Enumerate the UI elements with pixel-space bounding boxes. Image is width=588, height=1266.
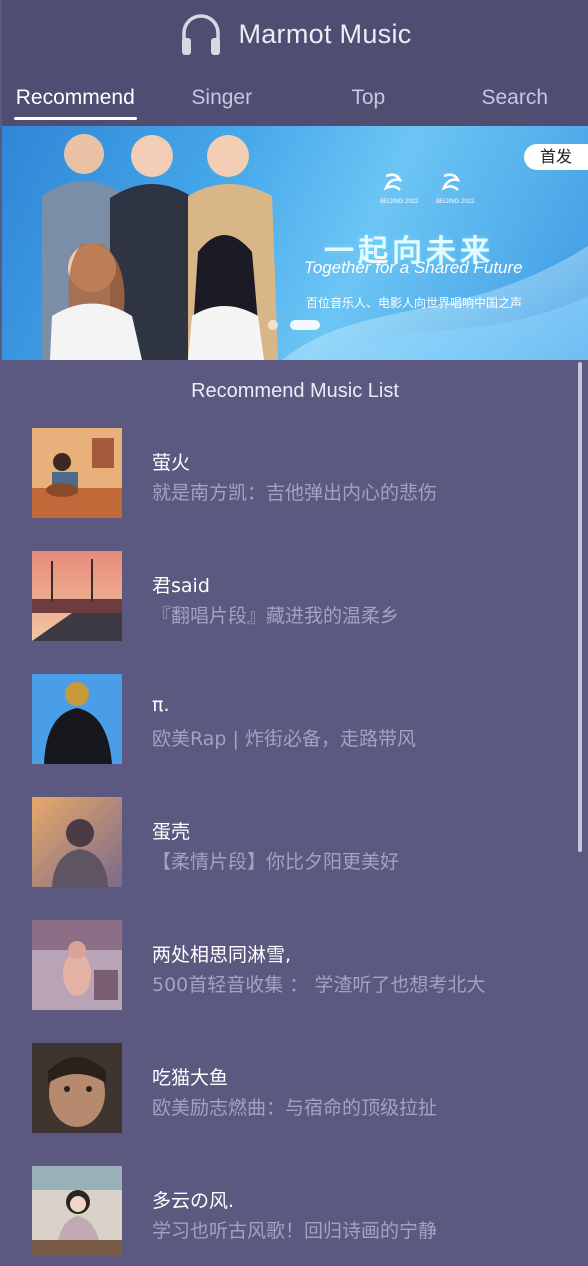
banner-subtitle: 百位音乐人、电影人向世界唱响中国之声 — [306, 296, 523, 310]
beijing-2022-logo-icon: BEIJING 2022 BEIJING 2022 — [380, 173, 475, 205]
list-item[interactable]: 两处相思同淋雪, 500首轻音收集 ： 学渣听了也想考北大 — [32, 920, 562, 1043]
tab-bar: Recommend Singer Top Search — [2, 78, 588, 124]
playlist-title: 两处相思同淋雪, — [152, 944, 292, 966]
banner-headline-en: Together for a Shared Future — [304, 258, 523, 277]
playlist-desc: 【柔情片段】你比夕阳更美好 — [152, 851, 400, 873]
artist-group-image — [42, 134, 278, 360]
playlist-cover[interactable] — [32, 674, 122, 764]
playlist-cover[interactable] — [32, 1166, 122, 1256]
list-item[interactable]: 吃猫大鱼 欧美励志燃曲：与宿命的顶级拉扯 — [32, 1043, 562, 1166]
tab-search[interactable]: Search — [442, 78, 588, 124]
list-item[interactable]: 君said 『翻唱片段』藏进我的温柔乡 — [32, 551, 562, 674]
list-item[interactable]: 多云の风. 学习也听古风歌！回归诗画的宁静 — [32, 1166, 562, 1266]
premiere-badge: 首发 — [524, 144, 588, 170]
playlist-desc: 就是南方凯：吉他弹出内心的悲伤 — [152, 482, 438, 504]
playlist-title: π. — [152, 694, 170, 716]
tab-singer[interactable]: Singer — [149, 78, 296, 124]
playlist-title: 萤火 — [152, 452, 191, 474]
app-title: Marmot Music — [238, 18, 412, 49]
playlist-cover[interactable] — [32, 428, 122, 518]
playlist-title: 君said — [152, 575, 210, 597]
banner-carousel[interactable]: 首发 一起向未来 Together for a Shared Future 百位… — [2, 126, 588, 360]
playlist-desc: 欧美Rap | 炸街必备，走路带风 — [152, 728, 416, 750]
app-root: Marmot Music Recommend Singer Top Search — [2, 0, 588, 1266]
tab-top[interactable]: Top — [295, 78, 442, 124]
playlist-desc: 欧美励志燃曲：与宿命的顶级拉扯 — [152, 1097, 438, 1119]
list-item[interactable]: π. 欧美Rap | 炸街必备，走路带风 — [32, 674, 562, 797]
playlist-desc: 『翻唱片段』藏进我的温柔乡 — [152, 605, 400, 627]
tab-recommend[interactable]: Recommend — [2, 78, 149, 124]
carousel-dot-active[interactable] — [290, 320, 320, 330]
scrollbar[interactable] — [578, 362, 582, 852]
list-item[interactable]: 蛋壳 【柔情片段】你比夕阳更美好 — [32, 797, 562, 920]
playlist-cover[interactable] — [32, 920, 122, 1010]
carousel-indicator[interactable] — [268, 320, 332, 330]
playlist-desc: 500首轻音收集 ： 学渣听了也想考北大 — [152, 974, 486, 996]
playlist-cover[interactable] — [32, 551, 122, 641]
headphones-icon — [182, 14, 221, 55]
carousel-dot[interactable] — [268, 320, 278, 330]
playlist-cover[interactable] — [32, 1043, 122, 1133]
header: Marmot Music Recommend Singer Top Search — [2, 0, 588, 126]
list-item[interactable]: 萤火 就是南方凯：吉他弹出内心的悲伤 — [32, 428, 562, 551]
section-title: Recommend Music List — [191, 380, 399, 402]
logo-text-olympic: BEIJING 2022 — [380, 199, 419, 205]
logo-text-paralympic: BEIJING 2022 — [436, 199, 475, 205]
playlist-title: 吃猫大鱼 — [152, 1067, 229, 1089]
brand: Marmot Music — [2, 10, 588, 58]
olympic-logos: BEIJING 2022 BEIJING 2022 — [374, 170, 484, 214]
playlist-title: 蛋壳 — [152, 821, 191, 843]
playlist-cover[interactable] — [32, 797, 122, 887]
playlist-desc: 学习也听古风歌！回归诗画的宁静 — [152, 1220, 438, 1242]
playlist-title: 多云の风. — [152, 1190, 235, 1212]
recommend-list: 萤火 就是南方凯：吉他弹出内心的悲伤 君said 『翻唱片段』藏进我的温柔乡 π… — [32, 428, 562, 1266]
